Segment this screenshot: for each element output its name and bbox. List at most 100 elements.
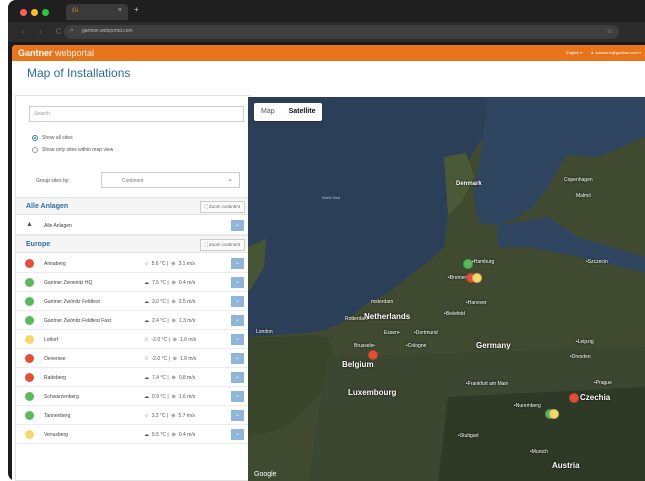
chevron-down-icon[interactable]: ⌄ [231,258,244,269]
radio-selected-icon [32,135,38,141]
map-type-map-button[interactable]: Map [254,103,282,121]
wind-speed: 2.5 m/s [178,299,196,305]
zoom-continent-button[interactable]: ⛶ Zoom continent [199,201,245,213]
weather-icon: ☁ [144,318,149,324]
map-label: •Frankfurt am Main [466,381,509,387]
tab-close-icon[interactable]: × [118,7,122,14]
site-weather: ☼ 3.2 °C | ⊛ 5.7 m/s [144,413,195,419]
map-marker-yellow[interactable] [549,409,559,419]
site-name: Gantner Zwönitz Feldtest [44,299,100,305]
map-label: Netherlands [364,312,411,321]
bookmark-star-icon[interactable]: ☆ [607,27,613,35]
address-bar[interactable]: ⌕ gantner.webportal.com ☆ [64,25,619,39]
language-selector[interactable]: English ▾ [566,50,582,55]
user-menu[interactable]: ▲ someone@gantner.com ▾ [590,50,641,55]
map-type-satellite-button[interactable]: Satellite [282,103,323,121]
table-row[interactable]: Oeversee ☃ -2.0 °C | ⊛ 1.0 m/s ⌄ [16,349,250,368]
wind-speed: 1.0 m/s [180,356,197,362]
table-row[interactable]: Lottorf ☃ -2.0 °C | ⊛ 1.0 m/s ⌄ [16,330,250,349]
temperature: -2.0 °C | [151,337,170,343]
status-badge [25,373,34,382]
map-label: •Dortmund [414,330,438,336]
map-label: Czechia [580,393,611,402]
site-name: Radeberg [44,375,66,381]
site-name: Alle Anlagen [44,223,72,229]
chevron-down-icon[interactable]: ⌄ [231,220,244,231]
list-item[interactable]: ▲ Alle Anlagen ⌄ [16,216,250,235]
table-row[interactable]: Venusberg ☁ 5.5 °C | ⊛ 0.4 m/s ⌄ [16,425,250,444]
map-marker-green[interactable] [463,259,473,269]
site-name: Tannenberg [44,413,71,419]
close-window-button[interactable] [20,9,27,16]
section-title: Europe [26,241,51,248]
site-name: Gantner Zwoenitz HQ [44,280,93,286]
chevron-down-icon[interactable]: ⌄ [231,353,244,364]
status-badge [25,259,34,268]
table-row[interactable]: Gantner Zwoenitz HQ ☁ 7.5 °C | ⊛ 0.4 m/s ⌄ [16,273,250,292]
zoom-continent-button[interactable]: ⛶ Zoom continent [199,239,245,251]
weather-icon: ☼ [144,261,149,267]
temperature: 0.9 °C | [152,394,169,400]
map-label: Malmö [576,193,592,199]
map-label: •Dresden [570,354,591,360]
table-row[interactable]: Tannenberg ☼ 3.2 °C | ⊛ 5.7 m/s ⌄ [16,406,250,425]
radio-show-all[interactable]: Show all sites [32,135,73,141]
site-name: Annaberg [44,261,66,267]
site-weather: ☃ -2.0 °C | ⊛ 1.0 m/s [144,337,196,343]
map-label: North Sea [322,195,341,200]
radio-show-in-view[interactable]: Show only sites within map view [32,147,113,153]
map-label: Belgium [342,360,374,369]
wind-icon: ⊛ [172,356,177,362]
browser-tab[interactable]: Gi × [66,4,128,20]
search-icon: ⌕ [70,27,74,34]
table-row[interactable]: Gantner Zwönitz Feldtest ☁ 3.0 °C | ⊛ 2.5 m/… [16,292,250,311]
site-name: Gantner Zwönitz Feldtest Fast [44,318,111,324]
map-marker-red[interactable] [368,350,378,360]
table-row[interactable]: Radeberg ☁ 7.4 °C | ⊛ 0.8 m/s ⌄ [16,368,250,387]
chevron-down-icon[interactable]: ⌄ [231,429,244,440]
chevron-down-icon: ⌄ [227,176,233,183]
map-label: •Hamburg [472,259,495,265]
chevron-down-icon[interactable]: ⌄ [231,372,244,383]
map-type-toggle: Map Satellite [254,103,323,121]
status-badge [25,278,34,287]
map-label: •Hanover [466,300,487,306]
section-title: Alle Anlagen [26,203,69,210]
status-badge [25,411,34,420]
group-by-select[interactable]: Continent ⌄ [101,172,240,188]
search-input[interactable]: Search [29,106,244,122]
group-by-label: Group sites by: [36,178,70,184]
chevron-down-icon[interactable]: ⌄ [231,334,244,345]
browser-toolbar: ‹ › C ⌕ gantner.webportal.com ☆ [8,22,645,42]
map-label: msterdam [371,299,394,305]
map-label: London [256,329,273,335]
table-row[interactable]: Schwarzenberg ☁ 0.9 °C | ⊛ 1.6 m/s ⌄ [16,387,250,406]
weather-icon: ☁ [144,280,149,286]
chevron-down-icon[interactable]: ⌄ [231,315,244,326]
wind-speed: 1.3 m/s [178,318,196,324]
maximize-window-button[interactable] [42,9,49,16]
zoom-continent-label: Zoom continent [208,242,240,247]
table-row[interactable]: Gantner Zwönitz Feldtest Fast ☁ 2.4 °C | ⊛ 1… [16,311,250,330]
new-tab-icon[interactable]: + [134,5,139,14]
minimize-window-button[interactable] [31,9,38,16]
wind-speed: 0.8 m/s [178,375,196,381]
chevron-down-icon[interactable]: ⌄ [231,391,244,402]
navigation-icons[interactable]: ‹ › C [22,27,68,36]
satellite-map [248,97,645,481]
map-marker-red[interactable] [569,393,579,403]
map-label: •Bielefeld [444,311,465,317]
map-label: Brussels• [354,343,375,349]
map-marker-yellow[interactable] [472,273,482,283]
wind-icon: ⊛ [172,337,177,343]
map-view[interactable]: Map Satellite North Sea Denmark Copenhag… [248,97,645,481]
browser-tab-bar: Gi × + [8,0,645,22]
wind-speed: 1.6 m/s [178,394,196,400]
table-row[interactable]: Annaberg ☼ 5.6 °C | ⊛ 3.1 m/s ⌄ [16,254,250,273]
chevron-down-icon[interactable]: ⌄ [231,296,244,307]
status-badge [25,297,34,306]
chevron-down-icon[interactable]: ⌄ [231,410,244,421]
chevron-down-icon[interactable]: ⌄ [231,277,244,288]
section-alle-anlagen: Alle Anlagen ⛶ Zoom continent [16,197,250,215]
brand-logo[interactable]: Gantner webportal [18,48,94,58]
